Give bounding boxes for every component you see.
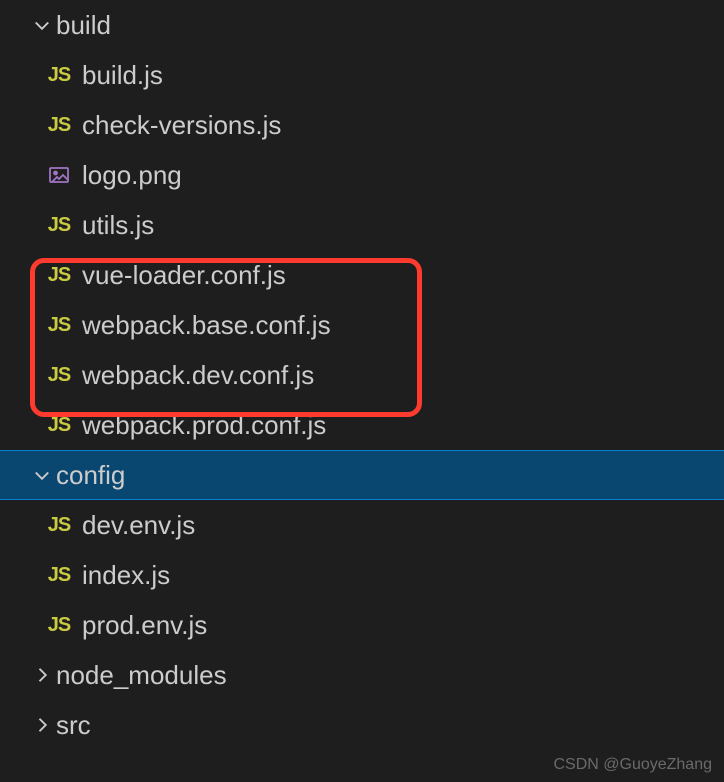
file-item[interactable]: JS index.js	[0, 550, 724, 600]
chevron-right-icon	[28, 715, 56, 735]
folder-label: build	[56, 10, 111, 41]
file-label: utils.js	[82, 210, 154, 241]
file-item[interactable]: logo.png	[0, 150, 724, 200]
file-label: logo.png	[82, 160, 182, 191]
folder-label: config	[56, 460, 125, 491]
js-icon: JS	[42, 114, 76, 137]
chevron-right-icon	[28, 665, 56, 685]
js-icon: JS	[42, 614, 76, 637]
js-icon: JS	[42, 314, 76, 337]
file-item[interactable]: JS prod.env.js	[0, 600, 724, 650]
file-label: webpack.base.conf.js	[82, 310, 331, 341]
file-item[interactable]: JS dev.env.js	[0, 500, 724, 550]
image-icon	[42, 163, 76, 187]
folder-src[interactable]: src	[0, 700, 724, 750]
file-label: webpack.prod.conf.js	[82, 410, 326, 441]
file-item[interactable]: JS webpack.prod.conf.js	[0, 400, 724, 450]
js-icon: JS	[42, 264, 76, 287]
folder-label: node_modules	[56, 660, 227, 691]
file-label: prod.env.js	[82, 610, 207, 641]
file-item[interactable]: JS build.js	[0, 50, 724, 100]
folder-build[interactable]: build	[0, 0, 724, 50]
file-item[interactable]: JS webpack.base.conf.js	[0, 300, 724, 350]
file-label: check-versions.js	[82, 110, 281, 141]
js-icon: JS	[42, 514, 76, 537]
chevron-down-icon	[28, 465, 56, 485]
folder-node-modules[interactable]: node_modules	[0, 650, 724, 700]
file-item[interactable]: JS check-versions.js	[0, 100, 724, 150]
folder-config[interactable]: config	[0, 450, 724, 500]
file-label: dev.env.js	[82, 510, 195, 541]
js-icon: JS	[42, 414, 76, 437]
js-icon: JS	[42, 564, 76, 587]
file-label: vue-loader.conf.js	[82, 260, 286, 291]
file-item[interactable]: JS webpack.dev.conf.js	[0, 350, 724, 400]
js-icon: JS	[42, 214, 76, 237]
file-item[interactable]: JS utils.js	[0, 200, 724, 250]
js-icon: JS	[42, 64, 76, 87]
js-icon: JS	[42, 364, 76, 387]
watermark-text: CSDN @GuoyeZhang	[553, 756, 712, 774]
file-label: index.js	[82, 560, 170, 591]
file-tree: build JS build.js JS check-versions.js l…	[0, 0, 724, 750]
chevron-down-icon	[28, 15, 56, 35]
folder-label: src	[56, 710, 91, 741]
file-label: build.js	[82, 60, 163, 91]
file-item[interactable]: JS vue-loader.conf.js	[0, 250, 724, 300]
file-label: webpack.dev.conf.js	[82, 360, 314, 391]
